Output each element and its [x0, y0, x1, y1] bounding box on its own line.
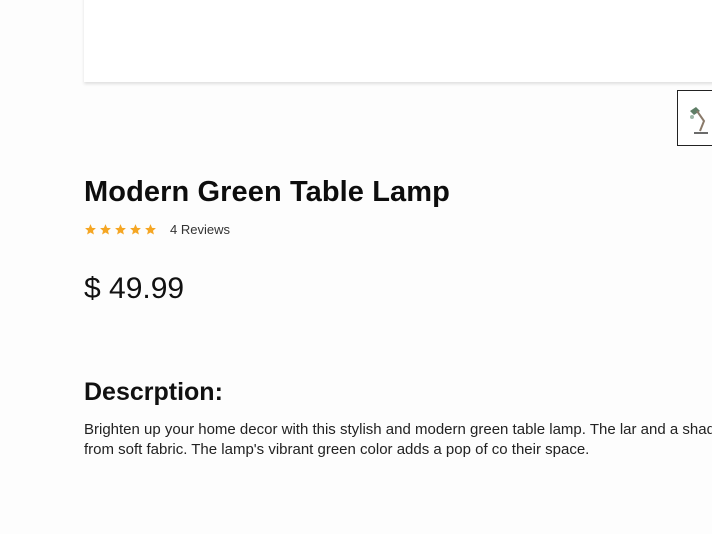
rating-stars	[84, 223, 157, 236]
star-icon	[130, 223, 141, 235]
reviews-count-link[interactable]: 4 Reviews	[170, 222, 230, 237]
product-main-image-panel	[84, 0, 712, 82]
description-heading: Descrption:	[84, 378, 223, 406]
product-title: Modern Green Table Lamp	[84, 176, 450, 208]
description-text: Brighten up your home decor with this st…	[84, 421, 712, 458]
lamp-thumbnail-image	[690, 107, 708, 134]
star-icon	[115, 223, 126, 235]
star-icon	[100, 223, 111, 235]
star-icon	[85, 223, 96, 235]
product-page: Modern Green Table Lamp 4 Reviews $ 49.9…	[0, 0, 712, 534]
product-thumbnail[interactable]	[677, 90, 712, 146]
star-icon	[145, 223, 156, 235]
product-rating: 4 Reviews	[84, 220, 230, 238]
product-price: $ 49.99	[84, 272, 185, 305]
